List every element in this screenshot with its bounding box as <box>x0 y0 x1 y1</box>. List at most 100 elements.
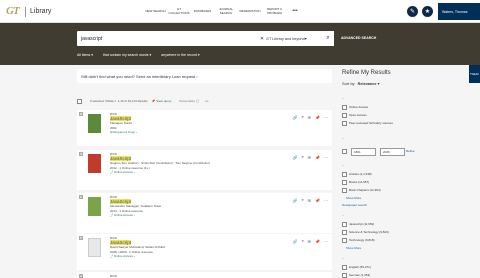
cite-icon[interactable]: ❝ <box>302 155 304 160</box>
facet-articles[interactable]: Articles (1,1,548) <box>342 172 372 177</box>
sort-by[interactable]: Sort by Relevance ▾ <box>342 81 380 86</box>
refine-date-button[interactable]: Refine <box>406 149 415 153</box>
availability-link[interactable]: ⊞ Request a Copy › <box>110 130 290 135</box>
facet-open-access[interactable]: Open Access <box>342 113 367 118</box>
link-icon[interactable]: 🔗 <box>293 198 298 203</box>
favorites-icon[interactable]: ★ <box>422 6 433 17</box>
pin-icon[interactable]: ✎ <box>407 6 418 17</box>
facet-english[interactable]: English (56,271) <box>342 265 371 270</box>
user-menu[interactable]: Waters, Thomas <box>438 3 480 20</box>
language-facet-header[interactable]: ⌃ <box>342 258 344 261</box>
facet-science-technology[interactable]: Science & Technology (9,823) <box>342 230 389 235</box>
newspaper-search-link[interactable]: Newspaper search <box>342 203 367 207</box>
facet-checkbox[interactable] <box>342 238 347 243</box>
search-icon: ⌕ <box>326 35 330 41</box>
facet-checkbox[interactable] <box>342 105 347 110</box>
facet-checkbox[interactable] <box>342 121 347 126</box>
filter-field[interactable]: anywhere in the record ▾ <box>161 53 199 57</box>
clear-search-icon[interactable]: ✕ <box>258 36 266 42</box>
facet-technology[interactable]: Technology (9,818) <box>342 238 375 243</box>
result-number[interactable]: 2 <box>79 152 83 156</box>
show-more-link[interactable]: Show More <box>346 246 361 250</box>
pin-icon[interactable]: 📌 <box>315 239 320 244</box>
result-card[interactable]: 5 BOOK <box>77 272 332 278</box>
result-card[interactable]: 4 BOOK JavaScript David Sawyer McFarland… <box>77 234 332 270</box>
search-button[interactable]: ⌕ <box>322 31 334 46</box>
pin-icon[interactable]: 📌 <box>315 155 320 160</box>
year-to-input[interactable]: 2026 <box>380 148 405 156</box>
search-input[interactable]: javascript <box>77 36 258 42</box>
result-card[interactable]: 1 BOOK JavaScript Flanagan, David 2002 ⊞… <box>77 110 332 146</box>
link-icon[interactable]: 🔗 <box>293 239 298 244</box>
availability-facet-header[interactable]: ⌃ <box>342 98 344 101</box>
email-icon[interactable]: ✉ <box>308 239 311 244</box>
nav-journal-search[interactable]: JOURNAL SEARCH <box>215 3 238 20</box>
email-icon[interactable]: ✉ <box>308 198 311 203</box>
result-number[interactable]: 1 <box>79 112 83 116</box>
cite-icon[interactable]: ❝ <box>302 115 304 120</box>
show-more-link[interactable]: Show More <box>346 196 361 200</box>
result-number[interactable]: 5 <box>79 274 83 278</box>
result-card[interactable]: 2 BOOK JavaScript Negrino Tom (Author) ;… <box>77 150 332 190</box>
nav-more[interactable]: ••• <box>287 3 303 20</box>
subject-facet-header[interactable]: ⌃ <box>342 215 344 218</box>
email-icon[interactable]: ✉ <box>308 155 311 160</box>
facet-checkbox[interactable] <box>342 222 347 227</box>
facet-label: Articles (1,1,548) <box>349 172 372 177</box>
book-cover-thumbnail[interactable] <box>88 238 101 257</box>
filter-item-type[interactable]: All items ▾ <box>77 53 93 57</box>
facet-german[interactable]: German (1,353) <box>342 273 370 278</box>
nav-report-problem[interactable]: REPORT A PROBLEM <box>263 3 287 20</box>
date-facet-header[interactable]: ⌃ <box>342 138 344 141</box>
book-cover-thumbnail[interactable] <box>88 114 101 133</box>
year-from-input[interactable]: 1801 <box>351 148 376 156</box>
more-icon[interactable]: ⋯ <box>324 155 328 160</box>
facet-checkbox[interactable] <box>342 230 347 235</box>
save-query-button[interactable]: 📌 Save query <box>152 99 172 103</box>
date-checkbox[interactable] <box>342 149 347 154</box>
nav-databases[interactable]: DATABASES <box>191 3 214 20</box>
facet-checkbox[interactable] <box>342 172 347 177</box>
link-icon[interactable]: 🔗 <box>293 115 298 120</box>
book-cover-thumbnail[interactable] <box>88 154 101 173</box>
more-icon[interactable]: ⋯ <box>324 239 328 244</box>
book-cover-thumbnail[interactable] <box>88 197 101 216</box>
more-options-icon[interactable]: ••• <box>205 99 208 103</box>
availability-link[interactable]: ⤴ Online Access › <box>110 170 290 175</box>
cite-icon[interactable]: ❝ <box>302 198 304 203</box>
email-icon[interactable]: ✉ <box>308 115 311 120</box>
select-all-checkbox[interactable] <box>77 98 82 104</box>
facet-peer-reviewed[interactable]: Peer-reviewed Scholarly sources <box>342 121 393 126</box>
facet-checkbox[interactable] <box>342 273 347 278</box>
more-icon[interactable]: ⋯ <box>324 115 328 120</box>
facet-checkbox[interactable] <box>342 265 347 270</box>
result-number[interactable]: 4 <box>79 236 83 240</box>
availability-link[interactable]: ⤴ Online Access › <box>110 254 290 259</box>
nav-new-search[interactable]: NEW SEARCH <box>144 3 167 20</box>
nav-gt-collections[interactable]: GT COLLECTIONS <box>168 3 191 20</box>
facet-javascript[interactable]: Javascript (11,952) <box>342 222 374 227</box>
result-card[interactable]: 3 BOOK JavaScript Alessandro Salvaggio; … <box>77 193 332 233</box>
facet-checkbox[interactable] <box>342 180 347 185</box>
personalize-toggle[interactable]: Personalize ◯ <box>179 99 199 103</box>
resource-type-facet-header[interactable]: ⌃ <box>342 165 344 168</box>
result-number[interactable]: 3 <box>79 195 83 199</box>
advanced-search-link[interactable]: ADVANCED SEARCH <box>341 36 376 40</box>
library-logo[interactable]: GT Library <box>6 6 51 17</box>
tweak-tab[interactable]: TWEAK <box>469 65 480 83</box>
search-scope-select[interactable]: GT Library and beyond ▾ <box>266 36 322 42</box>
facet-checkbox[interactable] <box>342 113 347 118</box>
pin-icon[interactable]: 📌 <box>315 198 320 203</box>
nav-reservation[interactable]: RESERVATION <box>238 3 262 20</box>
link-icon[interactable]: 🔗 <box>293 155 298 160</box>
availability-link[interactable]: ⤴ Online Access › <box>110 213 290 218</box>
filter-match[interactable]: that contain my search words ▾ <box>103 53 151 57</box>
more-icon[interactable]: ⋯ <box>324 198 328 203</box>
facet-online-access[interactable]: Online Access <box>342 105 368 110</box>
facet-books[interactable]: Books (11,557) <box>342 180 369 185</box>
facet-checkbox[interactable] <box>342 188 347 193</box>
cite-icon[interactable]: ❝ <box>302 239 304 244</box>
pin-icon[interactable]: 📌 <box>315 115 320 120</box>
facet-book-chapters[interactable]: Book Chapters (11,964) <box>342 188 381 193</box>
interlibrary-loan-banner[interactable]: Still didn't find what you need? Send an… <box>77 69 332 83</box>
